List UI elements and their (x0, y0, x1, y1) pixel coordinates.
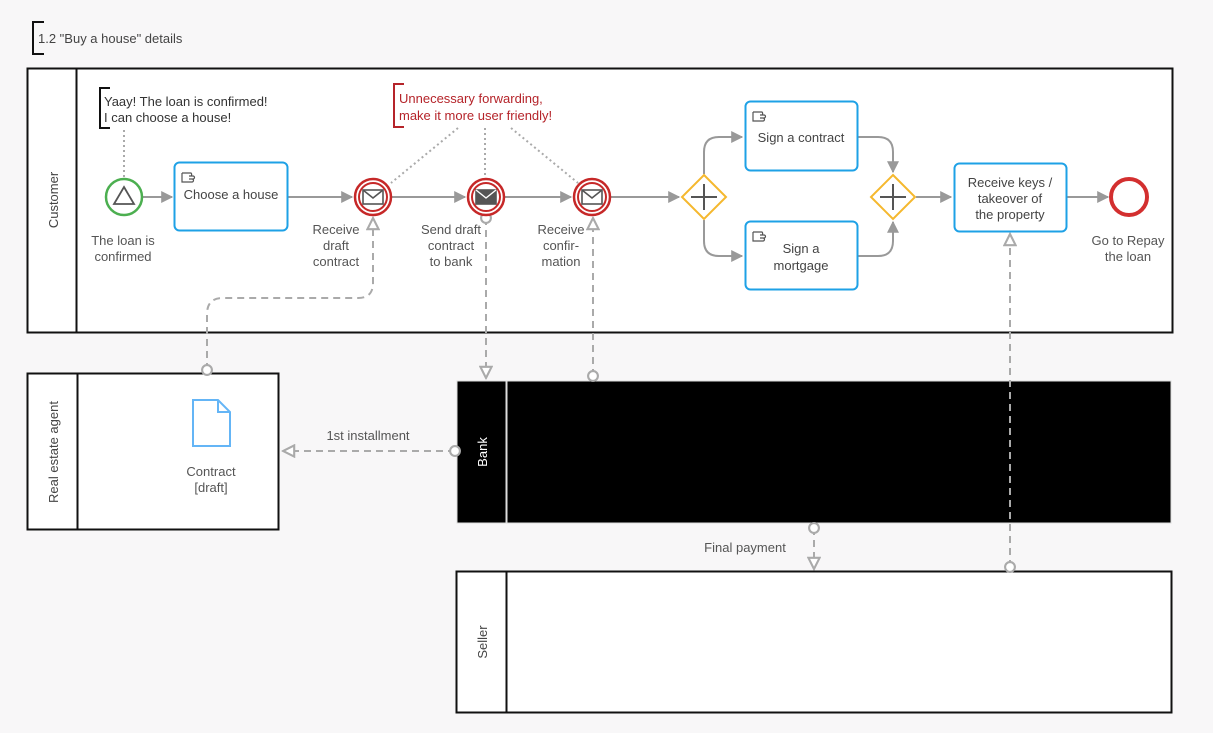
task-receive-keys-line2: takeover of (978, 191, 1043, 206)
task-sign-mortgage-line1: Sign a (783, 241, 821, 256)
task-receive-keys-line3: the property (975, 207, 1045, 222)
document-icon (192, 399, 231, 447)
message-flow-first-installment-label: 1st installment (326, 428, 409, 443)
envelope-icon (362, 189, 384, 205)
diagram-title: 1.2 "Buy a house" details (32, 21, 183, 55)
annotation-forwarding-line2: make it more user friendly! (399, 108, 552, 123)
event-send-draft-line2: contract (428, 238, 475, 253)
pool-seller-label: Seller (475, 625, 490, 659)
event-receive-draft-line1: Receive (313, 222, 360, 237)
pool-real-estate-agent[interactable]: Real estate agent (26, 372, 280, 531)
data-object-label-line1: Contract (186, 464, 236, 479)
event-receive-confirmation-line1: Receive (538, 222, 585, 237)
bpmn-diagram: 1.2 "Buy a house" details Customer Real … (26, 21, 1174, 714)
start-event-label-line2: confirmed (94, 249, 151, 264)
pool-seller[interactable]: Seller (455, 570, 1173, 714)
annotation-forwarding-line1: Unnecessary forwarding, (399, 91, 543, 106)
annotation-loan-line1: Yaay! The loan is confirmed! (104, 94, 268, 109)
end-event-label-line2: the loan (1105, 249, 1151, 264)
task-sign-contract[interactable]: Sign a contract (744, 100, 859, 172)
pool-bank-label: Bank (475, 437, 490, 467)
envelope-icon (581, 189, 603, 205)
event-send-draft-line3: to bank (430, 254, 473, 269)
message-flow-final-payment-label: Final payment (704, 540, 786, 555)
data-object-label-line2: [draft] (194, 480, 227, 495)
pool-bank[interactable]: Bank (456, 380, 1172, 524)
envelope-filled-icon (475, 189, 497, 205)
start-event-label-line1: The loan is (91, 233, 155, 248)
event-receive-draft-line2: draft (323, 238, 349, 253)
task-choose-house-label: Choose a house (184, 187, 279, 202)
task-sign-mortgage-line2: mortgage (774, 258, 829, 273)
event-receive-draft-line3: contract (313, 254, 360, 269)
task-sign-contract-label: Sign a contract (758, 130, 845, 145)
task-receive-keys-line1: Receive keys / (968, 175, 1053, 190)
event-receive-confirmation-line2: confir- (543, 238, 579, 253)
task-sign-mortgage[interactable]: Sign a mortgage (744, 220, 859, 291)
event-send-draft-line1: Send draft (421, 222, 481, 237)
pool-customer-label: Customer (46, 171, 61, 228)
event-receive-confirmation-line3: mation (541, 254, 580, 269)
annotation-loan-line2: I can choose a house! (104, 110, 231, 125)
diagram-title-text: 1.2 "Buy a house" details (38, 31, 183, 46)
pool-real-estate-agent-label: Real estate agent (46, 401, 61, 503)
task-choose-house[interactable]: Choose a house (173, 161, 289, 232)
end-event-label-line1: Go to Repay (1092, 233, 1165, 248)
task-receive-keys[interactable]: Receive keys / takeover of the property (953, 162, 1068, 233)
